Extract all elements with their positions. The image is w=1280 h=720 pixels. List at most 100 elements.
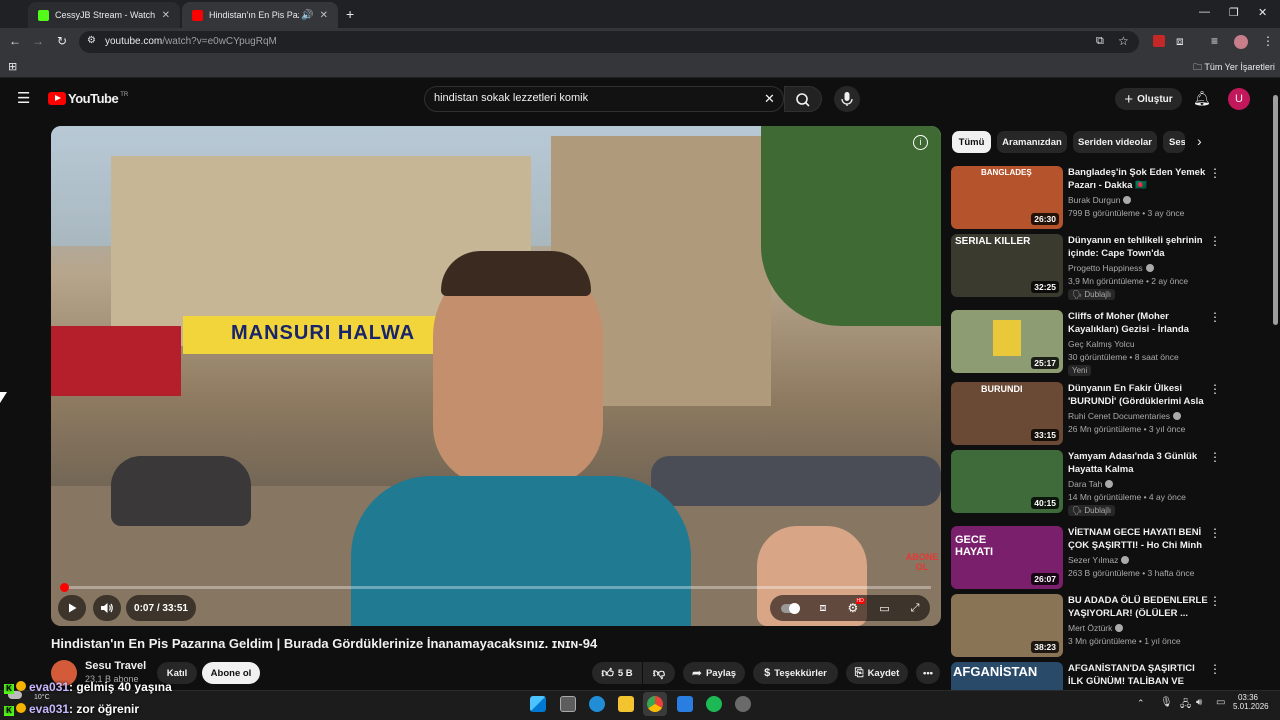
recommendation-title[interactable]: Yamyam Adası'nda 3 Günlük Hayatta Kalma xyxy=(1068,450,1208,476)
extension-record-icon[interactable] xyxy=(1153,35,1165,47)
taskbar-clock[interactable]: 03:36 5.01.2026 xyxy=(1233,693,1269,711)
progress-bar[interactable] xyxy=(61,586,931,589)
chip-all[interactable]: Tümü xyxy=(952,131,991,153)
save-button[interactable]: ⎘ Kaydet xyxy=(846,662,908,684)
recommendation-item[interactable]: SERIAL KILLER 32:25 Dünyanın en tehlikel… xyxy=(951,234,1261,300)
notifications-bell-icon[interactable]: 🔔︎ xyxy=(1193,90,1211,107)
dislike-button[interactable]: 👎︎ xyxy=(643,662,675,684)
install-app-icon[interactable]: ⧉ xyxy=(1096,35,1104,48)
share-button[interactable]: ➦ Paylaş xyxy=(683,662,745,684)
video-thumbnail[interactable]: SERIAL KILLER 32:25 xyxy=(951,234,1063,297)
more-vert-icon[interactable]: ⋮ xyxy=(1209,310,1221,324)
recommendation-channel[interactable]: Burak Durgun xyxy=(1068,195,1132,205)
task-view-icon[interactable] xyxy=(560,696,576,712)
like-button[interactable]: 👍︎ 5 B xyxy=(592,662,642,684)
recommendation-title[interactable]: AFGANİSTAN'DA ŞAŞIRTICI İLK GÜNÜM! TALİB… xyxy=(1068,662,1208,688)
spotify-icon[interactable] xyxy=(706,696,722,712)
subscribe-watermark[interactable]: ABONE OL xyxy=(903,552,941,572)
create-button[interactable]: + Oluştur xyxy=(1115,88,1182,110)
all-bookmarks-button[interactable]: 🗀 Tüm Yer İşaretleri xyxy=(1193,60,1275,76)
recommendation-title[interactable]: VİETNAM GECE HAYATI BENİ ÇOK ŞAŞIRTTI! -… xyxy=(1068,526,1208,552)
subtitles-icon[interactable]: ⧈ xyxy=(820,602,827,615)
site-info-icon[interactable]: ⚙ xyxy=(87,35,96,46)
fullscreen-icon[interactable]: ⤢ xyxy=(911,602,920,615)
chrome-menu-icon[interactable]: ⋮ xyxy=(1262,34,1274,48)
theater-mode-icon[interactable]: ▭ xyxy=(879,602,889,615)
more-vert-icon[interactable]: ⋮ xyxy=(1209,594,1221,608)
new-tab-button[interactable]: + xyxy=(346,6,354,22)
video-thumbnail[interactable]: 40:15 xyxy=(951,450,1063,513)
speaker-icon[interactable]: 🔊 xyxy=(301,10,313,21)
recommendation-title[interactable]: Bangladeş'in Şok Eden Yemek Pazarı - Dak… xyxy=(1068,166,1208,192)
maximize-button[interactable]: ❐ xyxy=(1229,6,1239,19)
video-thumbnail[interactable]: BURUNDI 33:15 xyxy=(951,382,1063,445)
recommendation-item[interactable]: 40:15 Yamyam Adası'nda 3 Günlük Hayatta … xyxy=(951,450,1261,516)
voice-search-button[interactable] xyxy=(834,86,860,112)
chips-next-chevron-icon[interactable]: › xyxy=(1197,133,1202,149)
volume-tray-icon[interactable]: 🔊︎ xyxy=(1196,697,1202,708)
recommendation-title[interactable]: Cliffs of Moher (Moher Kayalıkları) Gezi… xyxy=(1068,310,1208,336)
file-explorer-icon[interactable] xyxy=(618,696,634,712)
more-vert-icon[interactable]: ⋮ xyxy=(1209,234,1221,248)
more-vert-icon[interactable]: ⋮ xyxy=(1209,450,1221,464)
close-window-button[interactable]: ✕ xyxy=(1258,6,1267,19)
video-player[interactable]: MANSURI HALWA ABONE OL i xyxy=(51,126,941,626)
photos-app-icon[interactable] xyxy=(677,696,693,712)
recommendation-item[interactable]: 25:17 Cliffs of Moher (Moher Kayalıkları… xyxy=(951,310,1261,376)
tab-kick-stream[interactable]: CessyJB Stream - Watch Live on Kick ✕ xyxy=(28,2,180,28)
recommendation-channel[interactable]: Geç Kalmış Yolcu xyxy=(1068,339,1135,349)
video-thumbnail[interactable]: 25:17 xyxy=(951,310,1063,373)
close-tab-icon[interactable]: ✕ xyxy=(162,10,170,21)
url-text[interactable]: youtube.com/watch?v=e0wCYpugRqM xyxy=(105,36,277,47)
autoplay-toggle[interactable] xyxy=(780,602,800,614)
account-avatar[interactable]: U xyxy=(1228,88,1250,110)
bookmark-star-icon[interactable]: ☆ xyxy=(1118,34,1129,48)
recommendation-title[interactable]: Dünyanın en tehlikeli şehrinin içinde: C… xyxy=(1068,234,1208,260)
recommendation-item[interactable]: AFGANİSTAN AFGANİSTAN'DA ŞAŞIRTICI İLK G… xyxy=(951,662,1261,690)
clear-search-icon[interactable]: ✕ xyxy=(764,91,775,107)
youtube-logo[interactable]: YouTube TR xyxy=(48,91,128,106)
media-controls-icon[interactable]: ≡ xyxy=(1211,34,1218,48)
minimize-button[interactable]: — xyxy=(1199,6,1210,18)
hamburger-menu-icon[interactable]: ☰ xyxy=(17,91,30,106)
play-button[interactable] xyxy=(58,595,86,621)
mute-button[interactable] xyxy=(93,595,121,621)
video-thumbnail[interactable]: 38:23 xyxy=(951,594,1063,657)
windows-start-icon[interactable] xyxy=(530,696,546,712)
thanks-button[interactable]: $ Teşekkürler xyxy=(753,662,838,684)
video-thumbnail[interactable]: BANGLADEŞ 26:30 xyxy=(951,166,1063,229)
back-icon[interactable]: ← xyxy=(9,34,21,48)
recommendation-title[interactable]: Dünyanın En Fakir Ülkesi 'BURUNDİ' (Görd… xyxy=(1068,382,1208,408)
video-thumbnail[interactable]: AFGANİSTAN xyxy=(951,662,1063,690)
battery-icon[interactable]: ▭ xyxy=(1216,697,1225,708)
apps-grid-icon[interactable]: ⊞ xyxy=(8,60,17,73)
recommendation-item[interactable]: 38:23 BU ADADA ÖLÜ BEDENLERLE YAŞIYORLAR… xyxy=(951,594,1261,657)
info-card-icon[interactable]: i xyxy=(913,135,928,150)
recommendation-channel[interactable]: Progetto Happiness xyxy=(1068,263,1154,273)
recommendation-channel[interactable]: Mert Öztürk xyxy=(1068,623,1124,633)
recommendation-item[interactable]: BANGLADEŞ 26:30 Bangladeş'in Şok Eden Ye… xyxy=(951,166,1261,229)
chip-channel[interactable]: Sesu Travel xyxy=(1163,131,1185,153)
subscribe-button[interactable]: Abone ol xyxy=(202,662,260,684)
settings-gear-icon[interactable]: ⚙ HD xyxy=(848,598,865,615)
chip-from-search[interactable]: Aramanızdan xyxy=(997,131,1067,153)
more-vert-icon[interactable]: ⋮ xyxy=(1209,382,1221,396)
extensions-icon[interactable]: ⧈ xyxy=(1176,34,1184,49)
recommendation-channel[interactable]: Ruhi Cenet Documentaries xyxy=(1068,411,1182,421)
reload-icon[interactable]: ↻ xyxy=(57,34,67,48)
channel-name[interactable]: Sesu Travel xyxy=(85,660,146,672)
microphone-tray-icon[interactable]: 🎙︎ xyxy=(1160,697,1173,708)
recommendation-channel[interactable]: Sezer Yılmaz xyxy=(1068,555,1130,565)
search-button[interactable] xyxy=(784,86,822,112)
video-thumbnail[interactable]: GECE HAYATI 26:07 xyxy=(951,526,1063,589)
tray-chevron-icon[interactable]: ⌃ xyxy=(1137,698,1145,709)
progress-scrubber[interactable] xyxy=(60,583,69,592)
network-icon[interactable]: 🖧 xyxy=(1180,697,1191,714)
recommendation-item[interactable]: GECE HAYATI 26:07 VİETNAM GECE HAYATI BE… xyxy=(951,526,1261,589)
chrome-icon[interactable] xyxy=(647,696,663,712)
more-vert-icon[interactable]: ⋮ xyxy=(1209,662,1221,676)
profile-avatar-icon[interactable] xyxy=(1234,35,1248,49)
chip-from-series[interactable]: Seriden videolar xyxy=(1073,131,1157,153)
scrollbar-thumb[interactable] xyxy=(1273,95,1278,325)
more-actions-button[interactable]: ••• xyxy=(916,662,940,684)
